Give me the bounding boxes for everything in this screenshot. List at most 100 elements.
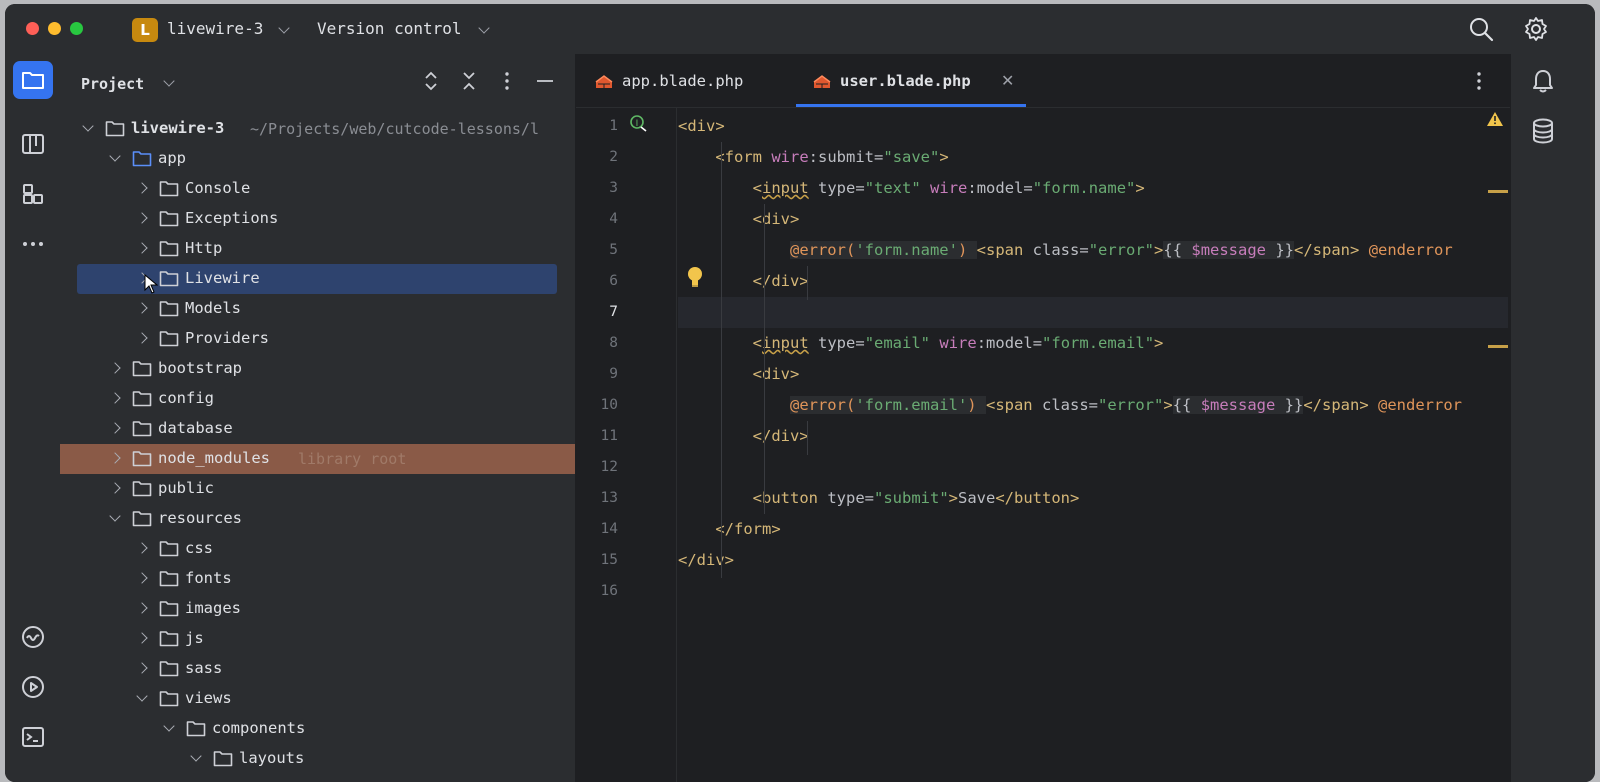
tree-item-config[interactable]: config (60, 384, 575, 414)
chevron-right-icon[interactable] (109, 392, 121, 404)
tree-item-node-modules[interactable]: node_modules library root (60, 444, 575, 474)
project-switcher[interactable]: livewire-3 (167, 19, 263, 38)
line-number: 13 (600, 490, 618, 506)
code-line[interactable]: <div> (678, 359, 1508, 390)
tree-item-console[interactable]: Console (60, 174, 575, 204)
chevron-down-icon[interactable] (82, 120, 94, 132)
code-line[interactable]: <input type="text" wire:model="form.name… (678, 173, 1508, 204)
run-tool-button[interactable] (13, 668, 53, 706)
zoom-window-button[interactable] (70, 22, 83, 35)
tree-item-livewire-3[interactable]: livewire-3 ~/Projects/web/cutcode-lessons… (60, 114, 575, 144)
chevron-right-icon[interactable] (136, 632, 148, 644)
tree-item-models[interactable]: Models (60, 294, 575, 324)
chevron-right-icon[interactable] (136, 572, 148, 584)
code-line[interactable]: </form> (678, 514, 1508, 545)
tab-app-blade[interactable]: app.blade.php (590, 54, 790, 107)
terminal-tool-button[interactable] (13, 718, 53, 756)
tree-item-app[interactable]: app (60, 144, 575, 174)
folder-icon (132, 451, 152, 467)
code-line[interactable]: <div> (678, 111, 1508, 142)
tab-user-blade[interactable]: user.blade.php ✕ (796, 54, 1026, 107)
notifications-icon[interactable] (1531, 68, 1555, 94)
tree-item-bootstrap[interactable]: bootstrap (60, 354, 575, 384)
line-number-gutter: 1 2 3 4 5 6 7 8 9 10 11 12 13 14 15 16 (576, 108, 677, 782)
chevron-right-icon[interactable] (136, 302, 148, 314)
chevron-down-icon[interactable] (478, 22, 490, 34)
chevron-down-icon[interactable] (163, 720, 175, 732)
project-tool-button[interactable] (13, 61, 53, 99)
warning-icon[interactable] (1486, 111, 1504, 127)
code-line[interactable]: </div> (678, 266, 1508, 297)
folder-icon (159, 181, 179, 197)
chevron-right-icon[interactable] (109, 482, 121, 494)
tree-item-exceptions[interactable]: Exceptions (60, 204, 575, 234)
tree-item-css[interactable]: css (60, 534, 575, 564)
code-line[interactable]: <div> (678, 204, 1508, 235)
chevron-right-icon[interactable] (136, 212, 148, 224)
chevron-right-icon[interactable] (136, 542, 148, 554)
code-line[interactable] (678, 452, 1508, 483)
tree-item-images[interactable]: images (60, 594, 575, 624)
tree-item-http[interactable]: Http (60, 234, 575, 264)
panel-title[interactable]: Project (81, 75, 144, 93)
chevron-right-icon[interactable] (109, 422, 121, 434)
chevron-right-icon[interactable] (136, 332, 148, 344)
database-icon[interactable] (1531, 118, 1555, 144)
chevron-down-icon[interactable] (163, 75, 175, 87)
tree-item-providers[interactable]: Providers (60, 324, 575, 354)
chevron-right-icon[interactable] (136, 662, 148, 674)
close-tab-icon[interactable]: ✕ (1001, 71, 1014, 90)
lightbulb-icon[interactable] (686, 266, 704, 288)
chevron-down-icon[interactable] (278, 22, 290, 34)
code-line[interactable]: <input type="email" wire:model="form.ema… (678, 328, 1508, 359)
chevron-down-icon[interactable] (190, 750, 202, 762)
chevron-down-icon[interactable] (109, 150, 121, 162)
warning-stripe-marker[interactable] (1488, 345, 1508, 348)
folder-icon (159, 631, 179, 647)
plugins-tool-button[interactable] (13, 175, 53, 213)
services-icon (22, 626, 44, 648)
tree-item-fonts[interactable]: fonts (60, 564, 575, 594)
structure-tool-button[interactable] (13, 125, 53, 163)
more-tools-button[interactable] (13, 225, 53, 263)
warning-stripe-marker[interactable] (1488, 190, 1508, 193)
options-menu-icon[interactable] (496, 70, 518, 92)
search-icon[interactable] (1468, 16, 1494, 42)
chevron-right-icon[interactable] (109, 362, 121, 374)
settings-gear-icon[interactable] (1523, 16, 1549, 42)
tree-item-views[interactable]: views (60, 684, 575, 714)
close-window-button[interactable] (26, 22, 39, 35)
expand-all-icon[interactable] (420, 70, 442, 92)
tree-item-layouts[interactable]: layouts (60, 744, 575, 774)
chevron-down-icon[interactable] (136, 690, 148, 702)
tree-item-js[interactable]: js (60, 624, 575, 654)
code-line[interactable]: @error('form.name') <span class="error">… (678, 235, 1508, 266)
chevron-right-icon[interactable] (136, 602, 148, 614)
right-tool-window-bar (1510, 54, 1595, 782)
tree-item-resources[interactable]: resources (60, 504, 575, 534)
collapse-all-icon[interactable] (458, 70, 480, 92)
code-line[interactable]: <button type="submit">Save</button> (678, 483, 1508, 514)
code-line[interactable]: <form wire:submit="save"> (678, 142, 1508, 173)
chevron-right-icon[interactable] (136, 182, 148, 194)
minimize-window-button[interactable] (48, 22, 61, 35)
project-badge[interactable]: L (132, 18, 158, 42)
code-line[interactable]: </div> (678, 545, 1508, 576)
hide-panel-icon[interactable] (534, 70, 556, 92)
tab-options-icon[interactable] (1469, 70, 1489, 96)
tree-item-components[interactable]: components (60, 714, 575, 744)
chevron-right-icon[interactable] (136, 242, 148, 254)
implemented-marker-icon[interactable]: I (630, 115, 648, 133)
code-line[interactable]: </div> (678, 421, 1508, 452)
indent-guide (721, 142, 722, 578)
vcs-widget[interactable]: Version control (317, 19, 462, 38)
services-tool-button[interactable] (13, 618, 53, 656)
code-line[interactable]: @error('form.email') <span class="error"… (678, 390, 1508, 421)
chevron-down-icon[interactable] (109, 510, 121, 522)
code-line[interactable] (678, 297, 1508, 328)
tree-item-public[interactable]: public (60, 474, 575, 504)
code-line[interactable] (678, 576, 1508, 607)
tree-item-sass[interactable]: sass (60, 654, 575, 684)
chevron-right-icon[interactable] (109, 452, 121, 464)
tree-item-database[interactable]: database (60, 414, 575, 444)
